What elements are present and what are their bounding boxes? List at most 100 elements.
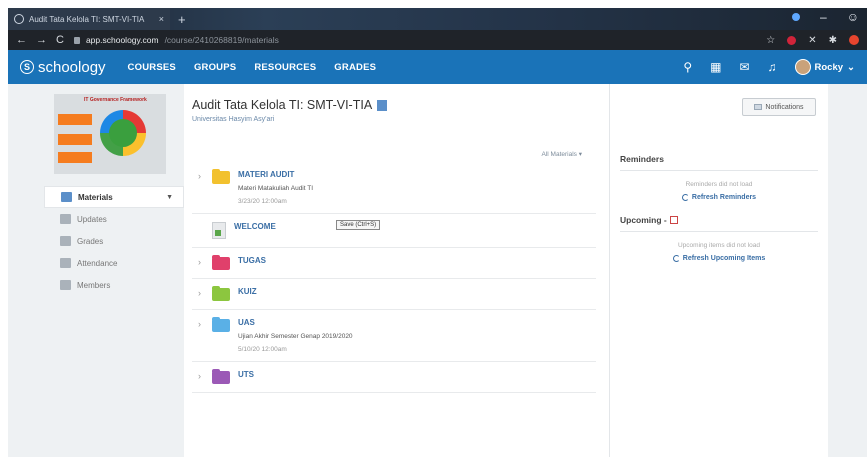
tab-close-icon[interactable]: × — [159, 14, 164, 24]
page-icon — [212, 222, 226, 239]
notifications-bell-icon[interactable]: ♫ — [768, 60, 777, 74]
extension-x-icon[interactable]: ✕ — [808, 35, 816, 46]
address-bar-row: ← → C app.schoology.com/course/241026881… — [8, 30, 867, 50]
item-name-link[interactable]: MATERI AUDIT — [238, 170, 313, 179]
item-name-link[interactable]: WELCOME — [234, 222, 276, 231]
chevron-right-icon[interactable]: › — [198, 257, 204, 270]
list-item[interactable]: › UAS Ujian Akhir Semester Genap 2019/2020… — [192, 310, 596, 362]
updates-icon — [60, 214, 71, 224]
upcoming-status: Upcoming items did not load — [677, 242, 760, 249]
reminders-heading: Reminders — [620, 154, 818, 171]
menu-groups[interactable]: GROUPS — [194, 62, 236, 73]
user-menu[interactable]: Rocky ⌄ — [794, 59, 855, 75]
profile-dot-icon[interactable] — [792, 13, 801, 21]
folder-icon — [212, 286, 230, 301]
header-actions: ⚲ ▦ ✉ ♫ Rocky ⌄ — [683, 59, 855, 75]
materials-filter[interactable]: All Materials ▾ — [192, 150, 596, 158]
course-image-title: IT Governance Framework — [84, 97, 147, 103]
extension-puzzle-icon[interactable]: ✱ — [829, 35, 837, 46]
tab-title: Audit Tata Kelola TI: SMT-VI-TIA — [29, 14, 145, 24]
nav-item-updates[interactable]: Updates — [44, 208, 184, 230]
chevron-right-icon[interactable]: › — [198, 371, 204, 384]
grades-icon — [60, 236, 71, 246]
nav-item-materials[interactable]: Materials ▼ — [44, 186, 184, 208]
refresh-icon — [681, 194, 689, 201]
calendar-small-icon[interactable] — [669, 216, 678, 224]
minimize-button[interactable]: – — [820, 10, 827, 24]
refresh-reminders-link[interactable]: Refresh Reminders — [610, 194, 828, 201]
course-image: IT Governance Framework — [54, 94, 166, 174]
folder-icon — [212, 169, 230, 184]
nav-item-members[interactable]: Members — [44, 274, 184, 296]
menu-courses[interactable]: COURSES — [128, 62, 176, 73]
list-item[interactable]: › MATERI AUDIT Materi Matakuliah Audit TI 3… — [192, 162, 596, 214]
chevron-right-icon[interactable]: › — [198, 288, 204, 301]
user-name: Rocky — [814, 61, 844, 73]
item-info: KUIZ — [238, 287, 257, 301]
schoology-logo[interactable]: S schoology — [20, 59, 106, 76]
item-info: WELCOME — [234, 222, 276, 239]
item-info: UAS Ujian Akhir Semester Genap 2019/2020 5… — [238, 318, 353, 353]
main-menu: COURSES GROUPS RESOURCES GRADES — [128, 62, 377, 73]
nav-item-grades[interactable]: Grades — [44, 230, 184, 252]
window-controls: – ☺ — [792, 10, 859, 24]
logo-s-icon: S — [20, 60, 34, 74]
members-icon — [60, 280, 71, 290]
bookmark-star-icon[interactable]: ☆ — [766, 35, 775, 46]
url-field[interactable]: app.schoology.com/course/2410268819/mate… — [73, 35, 756, 45]
list-item[interactable]: › UTS — [192, 362, 596, 393]
folder-icon — [212, 369, 230, 384]
item-info: UTS — [238, 370, 254, 384]
list-item[interactable]: WELCOME Save (Ctrl+S) — [192, 214, 596, 248]
browser-window: Audit Tata Kelola TI: SMT-VI-TIA × + – ☺… — [8, 8, 867, 457]
list-item[interactable]: › KUIZ — [192, 279, 596, 310]
course-sidebar: IT Governance Framework Materials ▼ Upda… — [44, 94, 184, 296]
item-date: 3/23/20 12:00am — [238, 198, 287, 205]
save-tooltip: Save (Ctrl+S) — [336, 220, 381, 230]
chevron-down-icon: ⌄ — [847, 61, 855, 73]
browser-tabbar: Audit Tata Kelola TI: SMT-VI-TIA × + – ☺ — [8, 8, 867, 30]
governance-wheel-icon — [100, 110, 146, 156]
back-button[interactable]: ← — [16, 34, 27, 46]
caret-down-icon[interactable]: ▼ — [166, 194, 173, 201]
item-name-link[interactable]: UAS — [238, 318, 353, 327]
chevron-right-icon[interactable]: › — [198, 319, 204, 353]
reminders-status: Reminders did not load — [685, 181, 753, 188]
extensions: ☆ ✕ ✱ — [766, 35, 859, 46]
menu-grades[interactable]: GRADES — [334, 62, 376, 73]
list-item[interactable]: › TUGAS — [192, 248, 596, 279]
messages-icon[interactable]: ✉ — [739, 60, 749, 74]
materials-list: All Materials ▾ › MATERI AUDIT Materi Mata… — [192, 150, 596, 393]
folder-icon — [212, 317, 230, 332]
item-name-link[interactable]: UTS — [238, 370, 254, 379]
new-tab-button[interactable]: + — [178, 12, 186, 27]
item-description: Materi Matakuliah Audit TI — [238, 185, 314, 192]
item-date: 5/10/20 12:00am — [238, 346, 287, 353]
schoology-favicon-icon — [14, 14, 24, 24]
item-info: MATERI AUDIT Materi Matakuliah Audit TI 3/… — [238, 170, 313, 205]
folder-icon — [212, 255, 230, 270]
menu-resources[interactable]: RESOURCES — [254, 62, 316, 73]
item-name-link[interactable]: TUGAS — [238, 256, 266, 265]
main-content: Audit Tata Kelola TI: SMT-VI-TIA Univers… — [184, 84, 828, 457]
chevron-right-icon[interactable]: › — [198, 171, 204, 205]
item-info: TUGAS — [238, 256, 266, 270]
right-sidebar: Reminders Reminders did not load Refresh… — [609, 84, 828, 457]
forward-button[interactable]: → — [36, 34, 47, 46]
logo-text: schoology — [38, 58, 106, 76]
item-name-link[interactable]: KUIZ — [238, 287, 257, 296]
search-icon[interactable]: ⚲ — [683, 60, 692, 74]
refresh-upcoming-link[interactable]: Refresh Upcoming Items — [610, 255, 828, 262]
calendar-icon[interactable]: ▦ — [710, 60, 721, 74]
course-info-icon[interactable] — [377, 99, 388, 111]
page-body: IT Governance Framework Materials ▼ Upda… — [8, 84, 867, 457]
lock-icon — [73, 36, 80, 44]
extension-red-icon[interactable] — [787, 35, 797, 45]
browser-tab[interactable]: Audit Tata Kelola TI: SMT-VI-TIA × — [8, 8, 170, 30]
extension-avatar-icon[interactable] — [849, 35, 859, 45]
profile-icon[interactable]: ☺ — [847, 10, 859, 24]
reload-button[interactable]: C — [56, 34, 64, 46]
item-description: Ujian Akhir Semester Genap 2019/2020 — [238, 333, 353, 340]
nav-item-attendance[interactable]: Attendance — [44, 252, 184, 274]
